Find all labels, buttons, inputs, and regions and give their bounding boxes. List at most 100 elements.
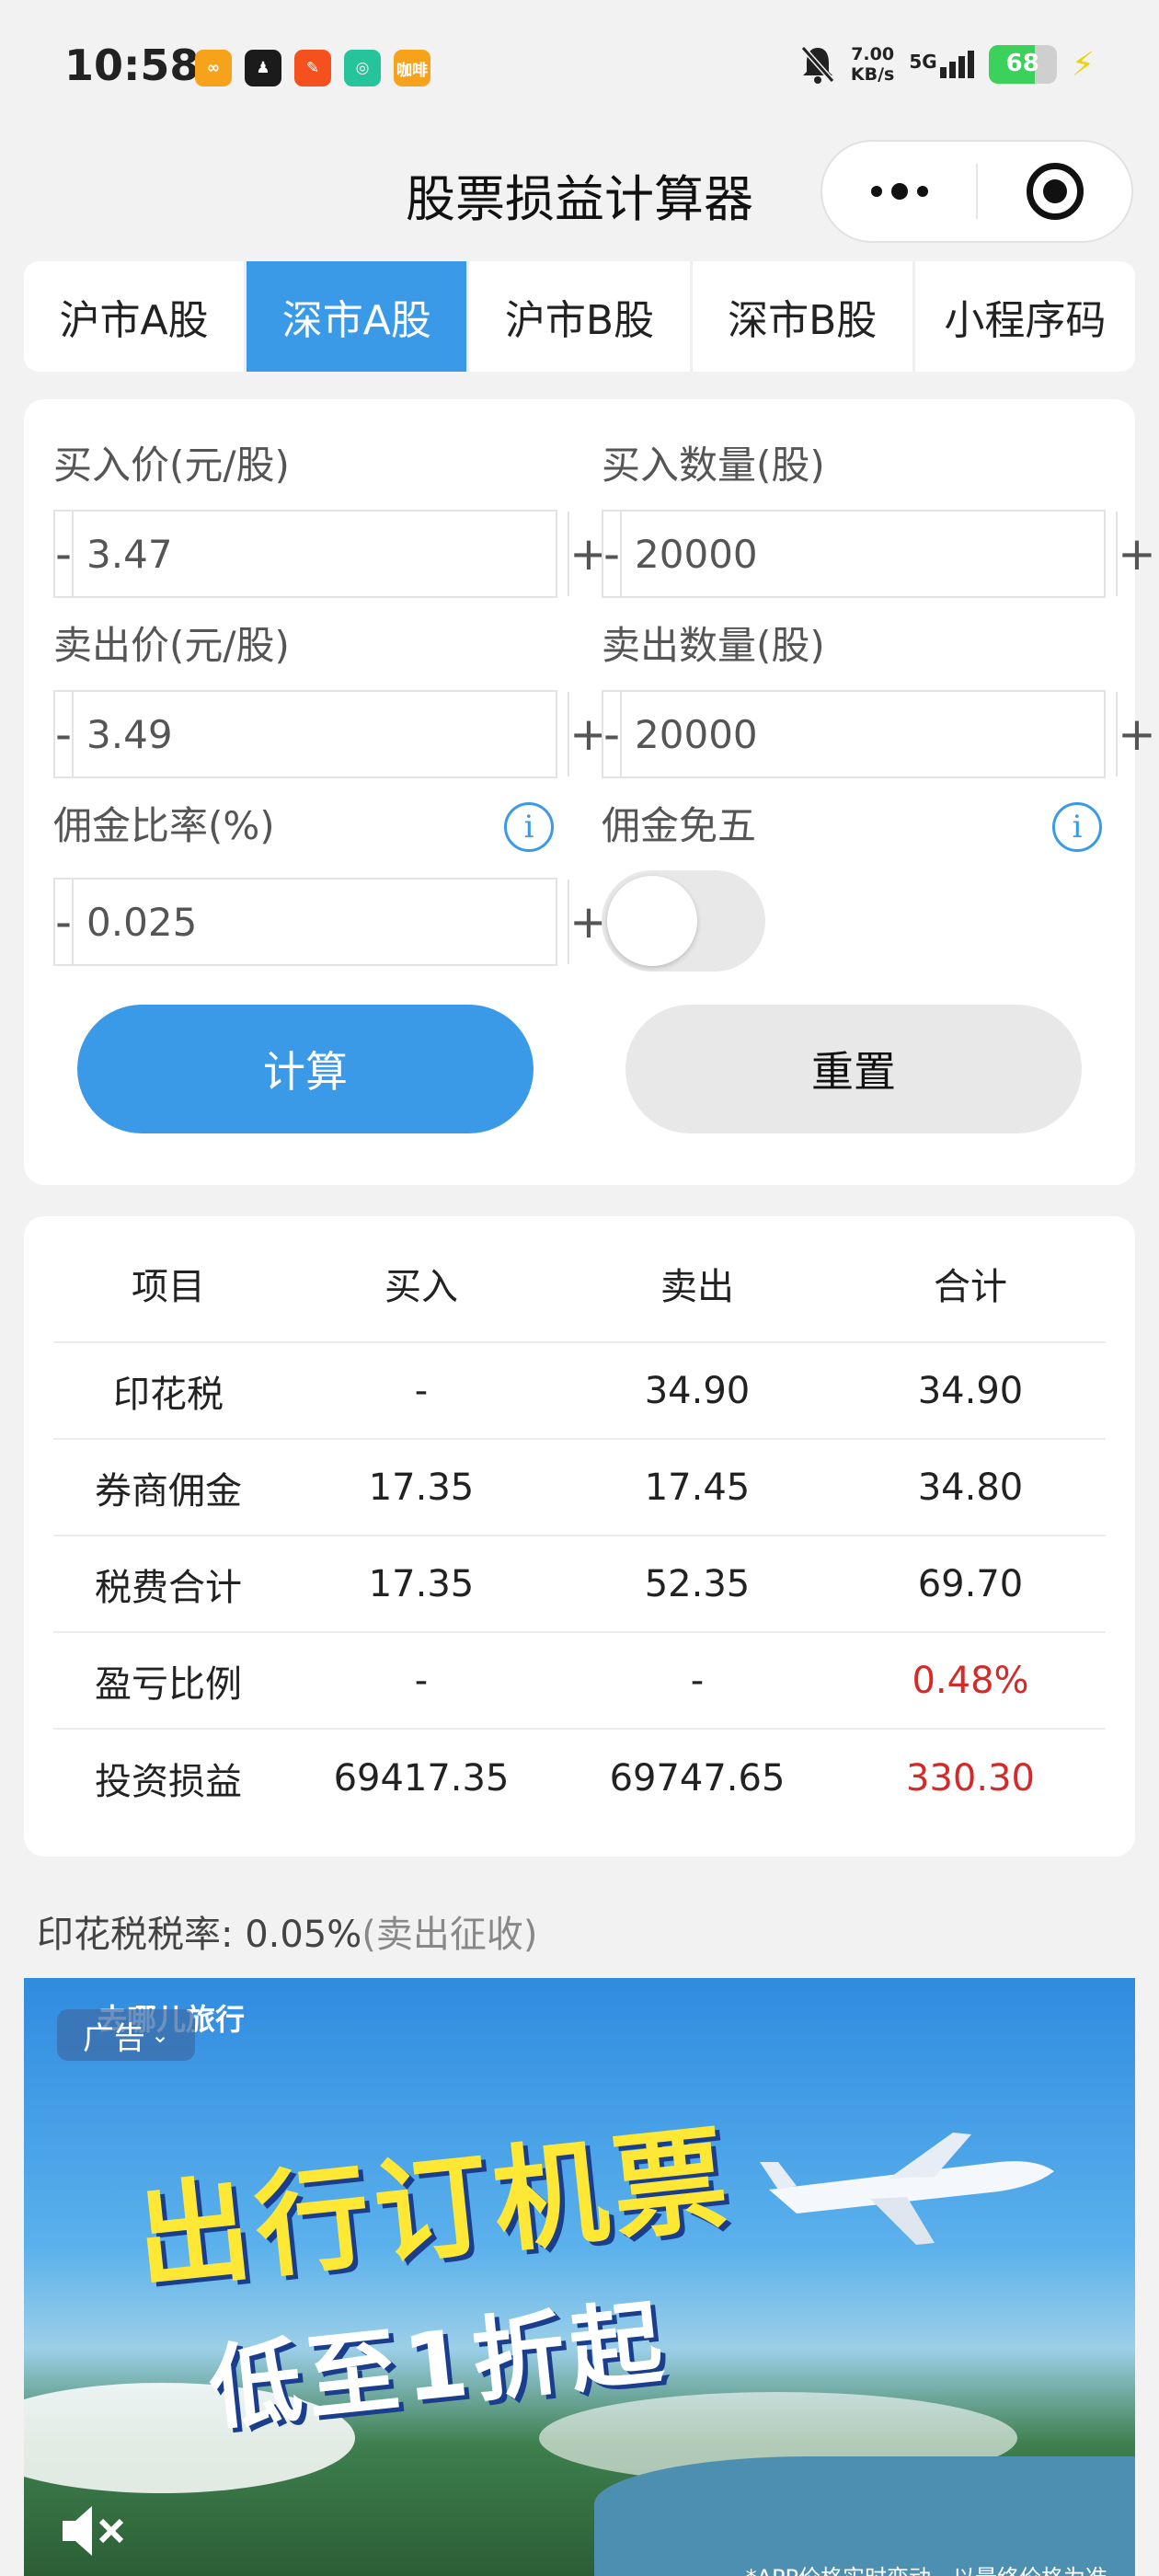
tab-3[interactable]: 沪市B股 bbox=[469, 261, 693, 372]
battery-level: 68 bbox=[1005, 50, 1039, 77]
cell-total: 34.80 bbox=[917, 1466, 1024, 1509]
network-speed-value: 7.00 bbox=[851, 44, 895, 64]
sell-price-stepper: - + bbox=[53, 690, 608, 778]
battery-icon: 68 bbox=[988, 45, 1057, 84]
market-tabs: 沪市A股 深市A股 沪市B股 深市B股 小程序码 bbox=[24, 261, 1135, 372]
cell-total: 0.48% bbox=[912, 1659, 1029, 1702]
reset-button[interactable]: 重置 bbox=[625, 1005, 1082, 1133]
cell-item: 盈亏比例 bbox=[95, 1662, 242, 1706]
cell-sell: 17.45 bbox=[644, 1466, 751, 1509]
ad-badge-label: 广告 bbox=[82, 2019, 145, 2057]
lake-decoration bbox=[594, 2456, 1135, 2576]
notification-icons: ∞ ♟ ✎ ◎ 咖啡 bbox=[195, 50, 430, 86]
sell-qty-label: 卖出数量(股) bbox=[602, 623, 825, 668]
commission-rate-info-icon[interactable]: i bbox=[504, 802, 554, 852]
stamp-tax-rate: 印花税税率: 0.05% bbox=[37, 1914, 362, 1956]
mini-program-capsule bbox=[820, 140, 1133, 243]
calculate-button[interactable]: 计算 bbox=[77, 1005, 534, 1133]
column-header: 项目 bbox=[132, 1266, 205, 1308]
input-form-card: 买入价(元/股) - + 买入数量(股) - + 卖出价(元/股) - + 卖出… bbox=[24, 399, 1156, 1185]
cell-item: 印花税 bbox=[113, 1373, 224, 1416]
cell-sell: - bbox=[690, 1659, 705, 1702]
column-header: 买入 bbox=[384, 1266, 458, 1308]
cell-total: 34.90 bbox=[917, 1369, 1024, 1412]
status-bar: 10:58 ∞ ♟ ✎ ◎ 咖啡 7.00 KB/s 5G 68 ⚡ bbox=[0, 0, 1159, 138]
buy-qty-input[interactable] bbox=[622, 512, 1117, 596]
more-button[interactable] bbox=[822, 142, 976, 241]
buy-qty-stepper: - + bbox=[602, 510, 1156, 598]
network-speed: 7.00 KB/s bbox=[851, 44, 894, 85]
table-header-row: 项目 买入 卖出 合计 bbox=[53, 1225, 1106, 1343]
clock: 10:58 bbox=[64, 40, 200, 90]
cell-sell: 69747.65 bbox=[609, 1756, 786, 1800]
sell-qty-plus-button[interactable]: + bbox=[1116, 692, 1156, 776]
table-row: 税费合计 17.35 52.35 69.70 bbox=[53, 1536, 1106, 1633]
column-header: 合计 bbox=[934, 1266, 1007, 1308]
commission-rate-input[interactable] bbox=[74, 880, 568, 964]
buy-price-stepper: - + bbox=[53, 510, 608, 598]
target-close-icon bbox=[1026, 163, 1084, 220]
commission-rate-stepper: - + bbox=[53, 878, 608, 966]
signal-icon: 5G bbox=[909, 51, 974, 78]
buy-price-label: 买入价(元/股) bbox=[53, 443, 290, 488]
buy-qty-minus-button[interactable]: - bbox=[603, 512, 623, 596]
ad-footnote: *APP价格实时变动，以最终价格为准 bbox=[746, 2559, 1107, 2576]
cell-total: 69.70 bbox=[917, 1562, 1024, 1605]
stamp-tax-note: 印花税税率: 0.05%(卖出征收) bbox=[37, 1904, 537, 1958]
mute-bell-icon bbox=[800, 46, 835, 84]
app-black-icon: ♟ bbox=[245, 50, 281, 86]
charging-bolt-icon: ⚡ bbox=[1071, 45, 1095, 84]
cell-sell: 52.35 bbox=[644, 1562, 751, 1605]
airplane-icon bbox=[760, 2133, 1054, 2245]
cell-sell: 34.90 bbox=[644, 1369, 751, 1412]
tab-5[interactable]: 小程序码 bbox=[915, 261, 1135, 372]
result-table: 项目 买入 卖出 合计 印花税 - 34.90 34.90 券商佣金 17.35 17.45… bbox=[53, 1225, 1106, 1826]
commission-free-label: 佣金免五 bbox=[602, 803, 757, 848]
buy-qty-label: 买入数量(股) bbox=[602, 443, 825, 488]
app-red-icon: ✎ bbox=[294, 50, 331, 86]
chevron-down-icon: ⌄ bbox=[150, 2022, 170, 2048]
commission-rate-minus-button[interactable]: - bbox=[55, 880, 75, 964]
sell-qty-minus-button[interactable]: - bbox=[603, 692, 623, 776]
more-dots-icon bbox=[870, 183, 928, 200]
table-row: 券商佣金 17.35 17.45 34.80 bbox=[53, 1440, 1106, 1536]
toggle-knob bbox=[607, 876, 697, 966]
close-button[interactable] bbox=[978, 142, 1131, 241]
network-type: 5G bbox=[909, 51, 937, 73]
tab-2[interactable]: 深市A股 bbox=[247, 261, 470, 372]
buy-qty-plus-button[interactable]: + bbox=[1116, 512, 1156, 596]
result-card: 项目 买入 卖出 合计 印花税 - 34.90 34.90 券商佣金 17.35 17.45… bbox=[24, 1216, 1135, 1857]
app-green-icon: ◎ bbox=[344, 50, 381, 86]
tab-1[interactable]: 沪市A股 bbox=[24, 261, 247, 372]
sell-price-label: 卖出价(元/股) bbox=[53, 623, 290, 668]
cell-buy: 17.35 bbox=[368, 1466, 475, 1509]
mute-icon[interactable] bbox=[55, 2499, 129, 2563]
commission-free-toggle[interactable] bbox=[602, 870, 765, 972]
commission-rate-label: 佣金比率(%) bbox=[53, 803, 275, 848]
sell-price-minus-button[interactable]: - bbox=[55, 692, 75, 776]
cell-item: 税费合计 bbox=[95, 1566, 242, 1609]
cell-buy: 17.35 bbox=[368, 1562, 475, 1605]
table-row: 盈亏比例 - - 0.48% bbox=[53, 1633, 1106, 1730]
status-icons: 7.00 KB/s 5G 68 ⚡ bbox=[799, 44, 1095, 85]
column-header: 卖出 bbox=[660, 1266, 734, 1308]
buy-price-minus-button[interactable]: - bbox=[55, 512, 75, 596]
ad-banner[interactable]: 去哪儿旅行 广告 ⌄ 出行订机票 低至1折起 *APP价格实时变动，以最终价格为… bbox=[24, 1978, 1135, 2576]
sell-price-input[interactable] bbox=[74, 692, 568, 776]
table-row: 投资损益 69417.35 69747.65 330.30 bbox=[53, 1730, 1106, 1826]
cell-buy: 69417.35 bbox=[333, 1756, 510, 1800]
ad-badge[interactable]: 广告 ⌄ bbox=[57, 2009, 195, 2061]
commission-free-info-icon[interactable]: i bbox=[1052, 802, 1102, 852]
cell-item: 投资损益 bbox=[95, 1760, 242, 1803]
tab-4[interactable]: 深市B股 bbox=[693, 261, 915, 372]
cell-buy: - bbox=[414, 1659, 429, 1702]
app-yellow-icon: 咖啡 bbox=[394, 50, 430, 86]
network-speed-unit: KB/s bbox=[850, 64, 895, 85]
sell-qty-input[interactable] bbox=[622, 692, 1117, 776]
buy-price-input[interactable] bbox=[74, 512, 568, 596]
sell-qty-stepper: - + bbox=[602, 690, 1156, 778]
cell-total: 330.30 bbox=[906, 1756, 1035, 1800]
cell-buy: - bbox=[414, 1369, 429, 1412]
table-row: 印花税 - 34.90 34.90 bbox=[53, 1343, 1106, 1440]
cell-item: 券商佣金 bbox=[95, 1469, 242, 1512]
